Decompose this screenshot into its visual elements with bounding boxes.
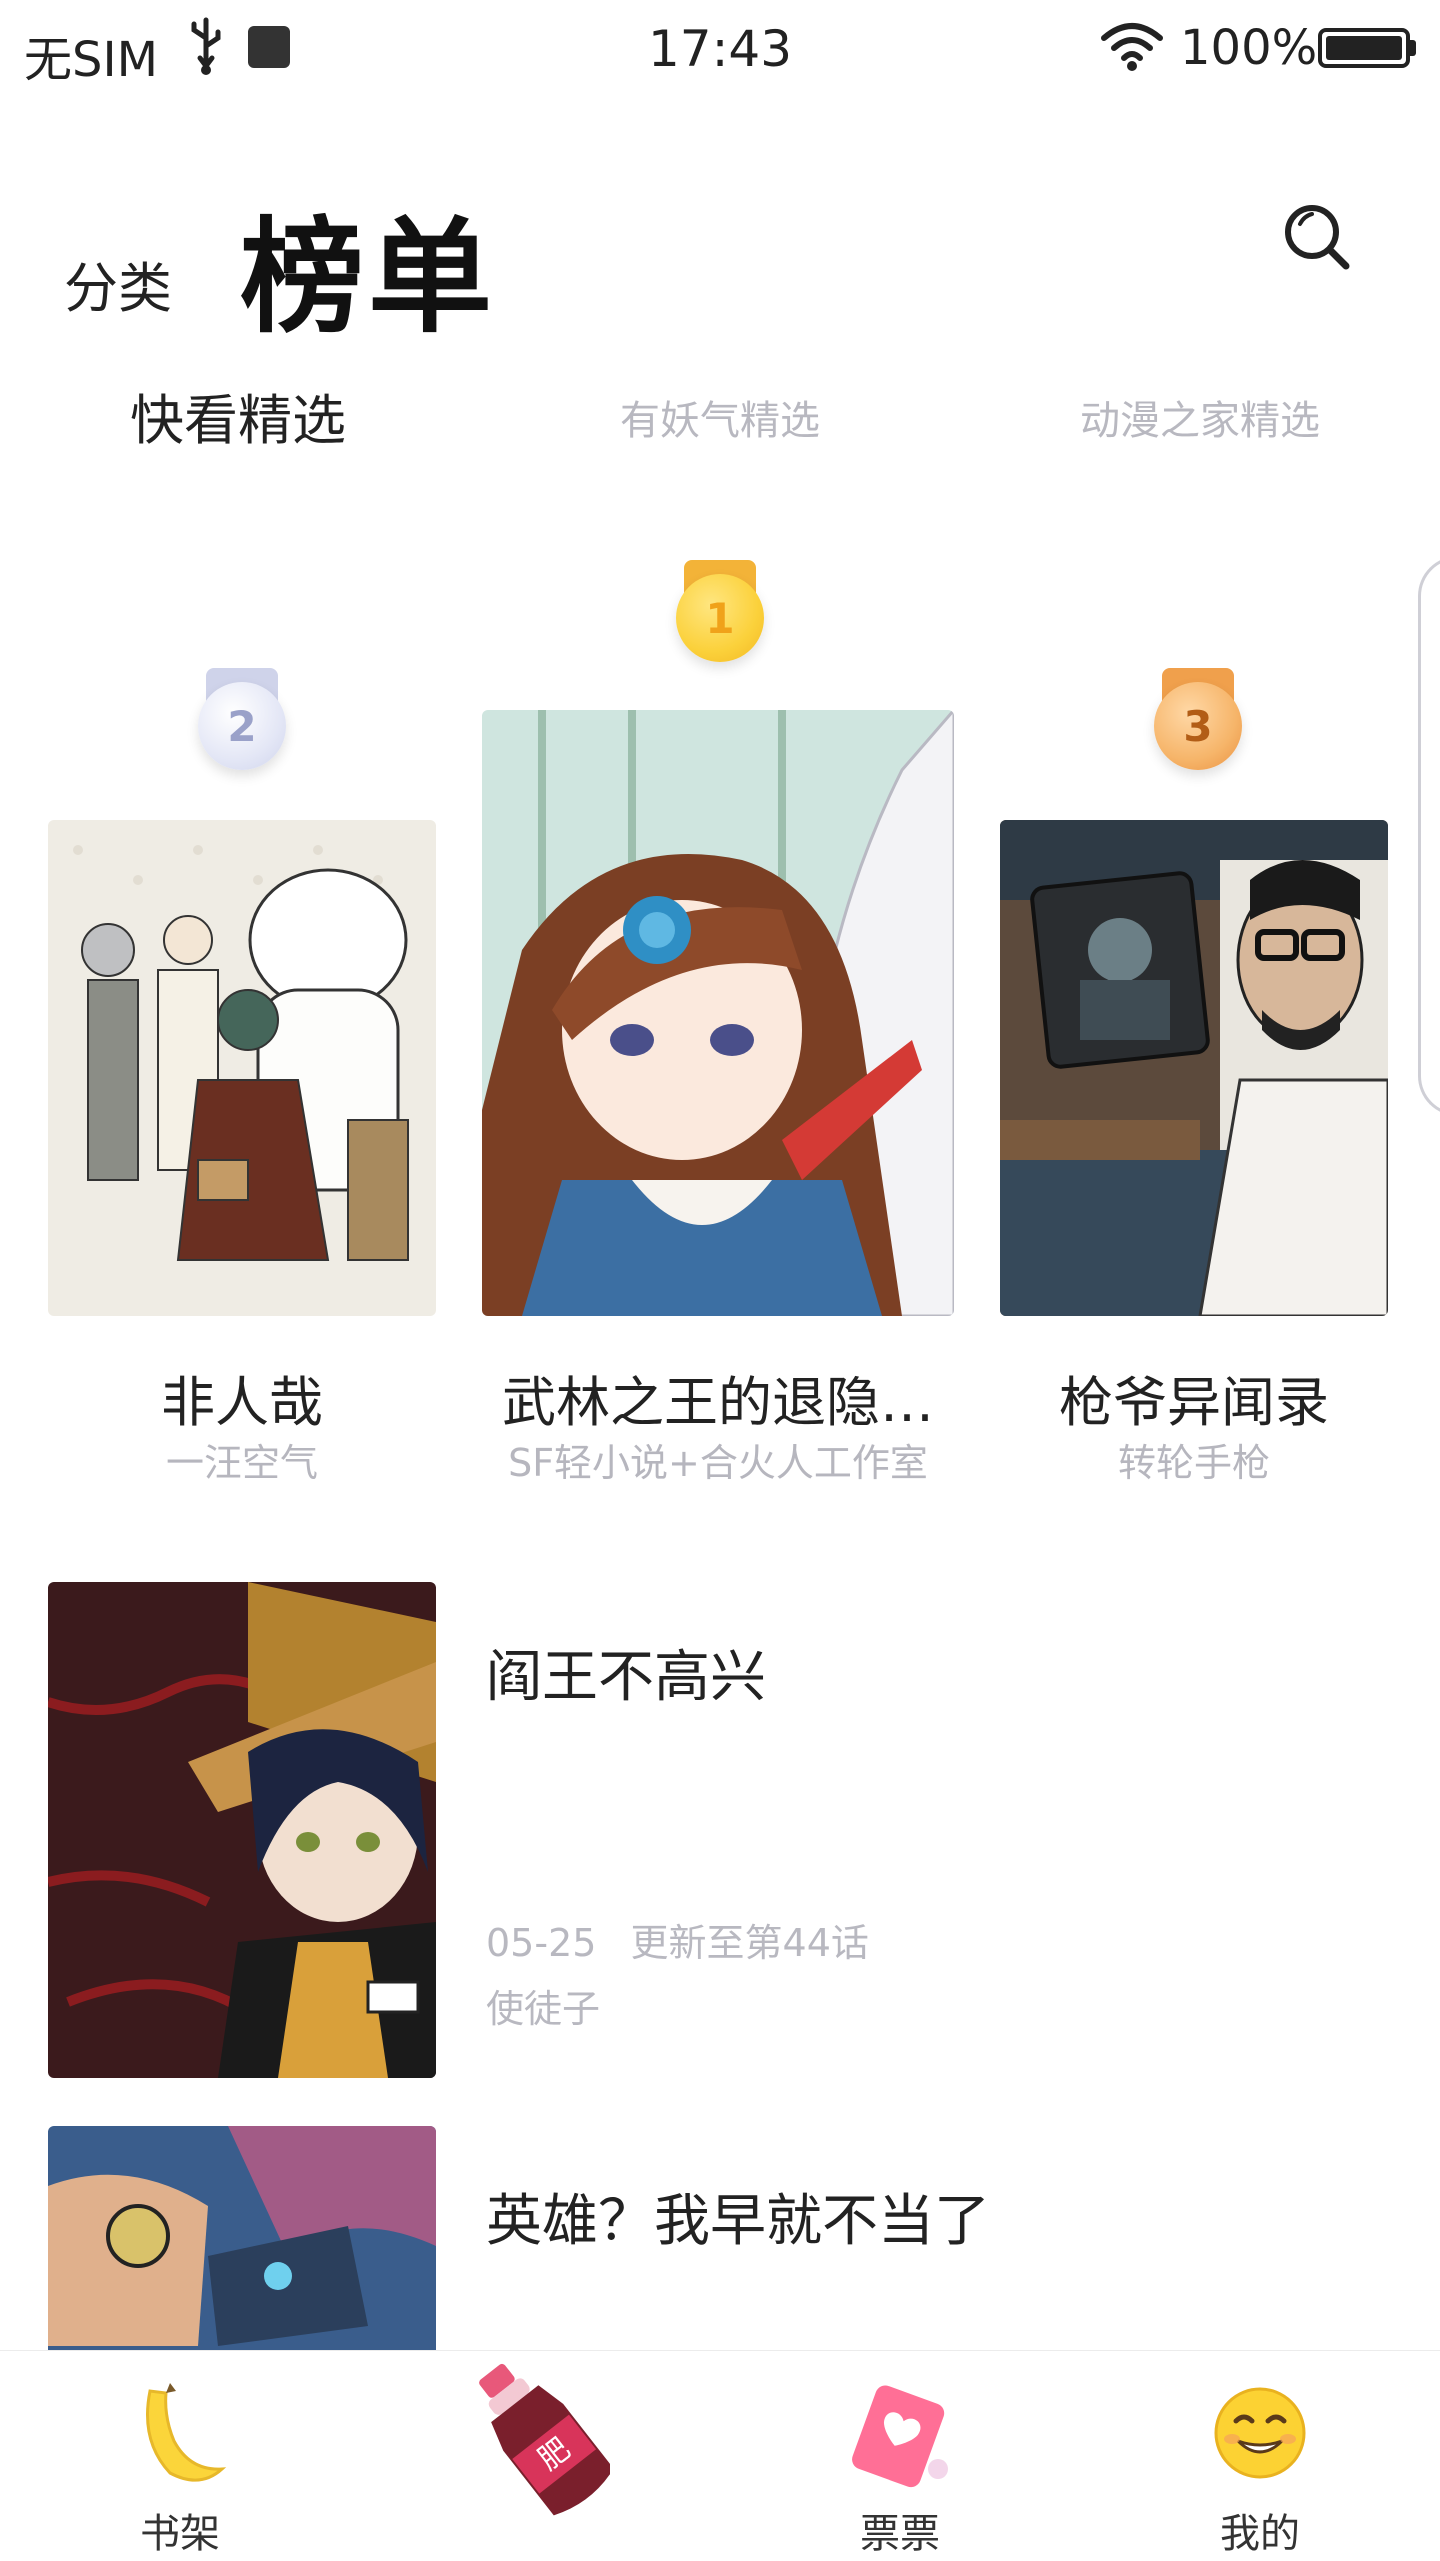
list-item-title[interactable]: 阎王不高兴 <box>486 1632 766 1713</box>
tab-kuaikan[interactable]: 快看精选 <box>130 376 346 455</box>
list-item-meta: 05-25 更新至第44话 <box>486 1912 869 1967</box>
medal-silver-icon: 2 <box>192 668 292 788</box>
wifi-icon <box>1101 23 1163 71</box>
nav-bookshelf-label: 书架 <box>140 2511 220 2557</box>
category-tab[interactable]: 分类 <box>64 244 172 323</box>
tab-youyaoqi[interactable]: 有妖气精选 <box>620 388 820 446</box>
cover-qiangye[interactable] <box>1000 820 1388 1316</box>
cover-yanwang[interactable] <box>48 1582 436 2078</box>
list-item-date: 05-25 <box>486 1921 597 1965</box>
medal-gold-icon: 1 <box>670 560 770 680</box>
nav-tickets[interactable]: 票票 <box>780 2351 1020 2561</box>
smiley-face-icon <box>1214 2387 1306 2479</box>
list-item-update: 更新至第44话 <box>630 1921 869 1965</box>
cover-yingxiong[interactable] <box>48 2126 436 2350</box>
rank-3-author: 转轮手枪 <box>1117 1441 1270 1485</box>
nav-feed[interactable]: 肥 <box>420 2351 660 2561</box>
nav-bookshelf[interactable]: 书架 <box>60 2351 300 2561</box>
bottom-nav: 书架 肥 票票 我的 <box>0 2350 1440 2561</box>
rank-1-title[interactable]: 武林之王的退隐… <box>482 1358 954 1437</box>
rank-3-title[interactable]: 枪爷异闻录 <box>1000 1358 1388 1437</box>
battery-percent: 100% <box>1180 20 1318 76</box>
list-item[interactable]: 英雄？我早就不当了 <box>0 2126 1440 2350</box>
cover-feirenzai[interactable] <box>48 820 436 1316</box>
status-bar: 无SIM 17:43 100% <box>0 0 1440 100</box>
search-icon[interactable] <box>1280 200 1352 272</box>
medal-rank: 3 <box>1154 682 1242 770</box>
nav-me[interactable]: 我的 <box>1140 2351 1380 2561</box>
edge-pull-handle[interactable] <box>1418 556 1440 1116</box>
list-item[interactable]: 阎王不高兴 05-25 更新至第44话 使徒子 <box>0 1582 1440 2078</box>
battery-tip <box>1410 40 1416 56</box>
battery-icon <box>1318 28 1410 68</box>
nav-me-label: 我的 <box>1220 2511 1300 2557</box>
cover-wulin[interactable] <box>482 710 954 1316</box>
list-item-title[interactable]: 英雄？我早就不当了 <box>486 2176 990 2257</box>
rank-2-title[interactable]: 非人哉 <box>48 1358 436 1437</box>
soda-bottle-icon: 肥 <box>479 2363 610 2516</box>
list-item-author: 使徒子 <box>486 1987 601 2031</box>
tab-dmzj[interactable]: 动漫之家精选 <box>1080 388 1320 446</box>
medal-rank: 1 <box>676 574 764 662</box>
page-title[interactable]: 榜单 <box>240 176 496 356</box>
banana-icon <box>146 2383 227 2482</box>
ticket-heart-icon <box>852 2385 948 2488</box>
rank-1-author: SF轻小说+合火人工作室 <box>508 1441 928 1485</box>
medal-rank: 2 <box>198 682 286 770</box>
medal-bronze-icon: 3 <box>1148 668 1248 788</box>
rank-2-author: 一汪空气 <box>165 1441 318 1485</box>
nav-tickets-label: 票票 <box>860 2511 940 2557</box>
